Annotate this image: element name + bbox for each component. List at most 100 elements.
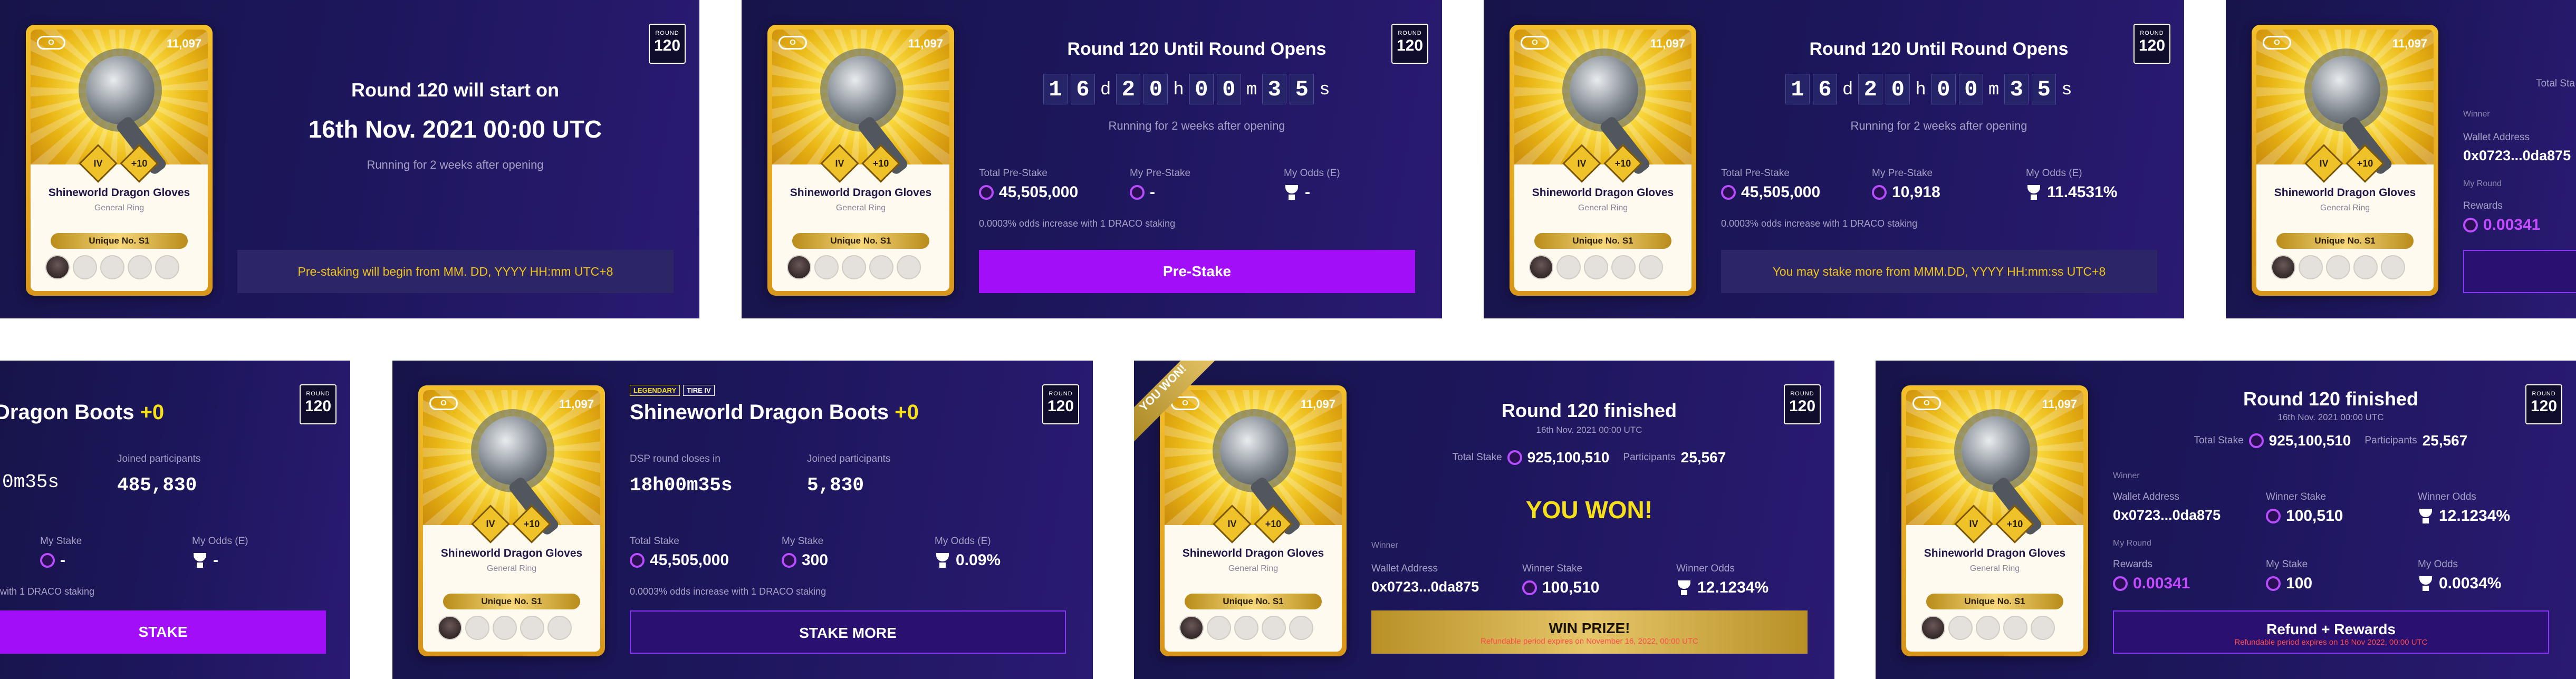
avatar xyxy=(2299,255,2323,279)
running-note: Running for 2 weeks after opening xyxy=(367,158,544,171)
odds-note: 0.0003% odds increase with 1 DRACO staki… xyxy=(1721,218,1918,229)
avatar xyxy=(1639,255,1663,279)
odds-note: with 1 DRACO staking xyxy=(0,586,95,597)
brand-logo: O xyxy=(2263,36,2291,50)
gloves-icon xyxy=(1220,416,1289,485)
item-title: Shineworld Dragon Boots +0 xyxy=(630,401,919,424)
level-badge: +10 xyxy=(2006,519,2023,529)
unique-number: Unique No. S1 xyxy=(1534,233,1671,249)
gloves-icon xyxy=(2312,56,2380,124)
avatar xyxy=(842,255,866,279)
holder-count: 11,097 xyxy=(1300,397,1335,411)
nft-card[interactable]: O 11,097 IV +10 Shineworld Dragon Gloves… xyxy=(2252,25,2438,296)
stake-summary: Total Stake 925,100,510 Participants 25,56… xyxy=(2194,432,2468,449)
my-stake: My Stake - xyxy=(40,536,82,569)
countdown-timer: 16d 20h 00m 35s xyxy=(1785,74,2074,106)
winner-stake: Winner Stake 100,510 xyxy=(1522,563,1600,596)
draco-coin-icon xyxy=(979,185,994,200)
avatar xyxy=(45,255,70,279)
win-prize-button[interactable]: WIN PRIZE! Refundable period expires on N… xyxy=(1371,610,1808,654)
round-finished-title: Round 120 finished xyxy=(1501,400,1677,421)
panel-won: O 11,097 IV +10 Shineworld Dragon Gloves… xyxy=(1134,361,1834,679)
draco-coin-icon xyxy=(1130,185,1145,200)
holder-count: 11,097 xyxy=(2042,397,2077,411)
level-badge: +10 xyxy=(523,519,540,529)
item-type: General Ring xyxy=(835,203,886,212)
unique-number: Unique No. S1 xyxy=(51,233,188,249)
winner-section-label: Winner xyxy=(1371,541,1398,550)
participant-avatars xyxy=(1179,616,1327,641)
holder-count: 11,097 xyxy=(2392,37,2427,50)
pre-stake-button[interactable]: Pre-Stake xyxy=(979,250,1415,293)
avatar xyxy=(897,255,921,279)
stake-button[interactable]: STAKE xyxy=(0,610,326,654)
my-round-label: My Round xyxy=(2113,539,2151,548)
holder-count: 11,097 xyxy=(559,397,594,411)
item-type: General Ring xyxy=(486,564,537,573)
item-title: Dragon Boots +0 xyxy=(0,401,165,424)
nft-card[interactable]: O 11,097 IV +10 Shineworld Dragon Gloves… xyxy=(1901,385,2088,656)
winner-odds: Winner Odds 12.1234% xyxy=(1676,563,1769,596)
avatar xyxy=(520,616,544,640)
avatar xyxy=(465,616,489,640)
level-badge: +10 xyxy=(872,158,889,169)
brand-logo: O xyxy=(37,36,65,50)
panel-staked: O 11,097 IV +10 Shineworld Dragon Gloves… xyxy=(392,361,1093,679)
nft-card[interactable]: O 11,097 IV +10 Shineworld Dragon Gloves… xyxy=(1160,385,1347,656)
participant-avatars xyxy=(45,255,193,280)
total-pre-stake: Total Pre-Stake 45,505,000 xyxy=(1721,168,1821,201)
draco-coin-icon xyxy=(630,553,645,568)
tier-badge: IV xyxy=(2319,158,2329,169)
gloves-icon xyxy=(828,56,896,124)
draco-coin-icon xyxy=(1721,185,1736,200)
my-stake: My Stake 300 xyxy=(782,536,829,569)
winner-wallet: Wallet Address 0x0723...0da875 xyxy=(1371,563,1479,595)
running-note: Running for 2 weeks after opening xyxy=(1108,119,1285,132)
avatar xyxy=(1921,616,1945,640)
running-note: Running for 2 weeks after opening xyxy=(1850,119,2027,132)
nft-card[interactable]: O 11,097 IV +10 Shineworld Dragon Gloves… xyxy=(418,385,605,656)
round-badge: ROUND 120 xyxy=(649,24,686,64)
total-pre-stake: Total Pre-Stake 45,505,000 xyxy=(979,168,1079,201)
avatar xyxy=(1529,255,1553,279)
countdown-timer: 16d 20h 00m 35s xyxy=(1043,74,1332,106)
draco-coin-icon xyxy=(2248,433,2264,448)
avatar xyxy=(1289,616,1313,640)
stake-more-button[interactable]: STAKE MORE xyxy=(630,610,1066,654)
trophy-icon xyxy=(1284,185,1300,200)
avatar xyxy=(73,255,97,279)
panel-stake-cropped: Dragon Boots +0 ROUND 120 0m35s Joined pa… xyxy=(0,361,350,679)
item-type: General Ring xyxy=(1228,564,1279,573)
gloves-icon xyxy=(1570,56,1638,124)
refund-rewards-button[interactable] xyxy=(2463,250,2576,293)
avatar xyxy=(1584,255,1608,279)
avatar xyxy=(787,255,811,279)
nft-card[interactable]: O 11,097 IV +10 Shineworld Dragon Gloves… xyxy=(767,25,954,296)
draco-coin-icon xyxy=(2266,576,2281,591)
avatar xyxy=(1611,255,1636,279)
nft-card[interactable]: O 11,097 IV +10 Shineworld Dragon Gloves… xyxy=(1510,25,1696,296)
tier-badge: IV xyxy=(93,158,103,169)
panel-pre-start: O 11,097 IV +10 Shineworld Dragon Gloves… xyxy=(0,0,699,318)
tier-badge: IV xyxy=(835,158,844,169)
brand-logo: O xyxy=(1912,396,1941,410)
level-badge: +10 xyxy=(131,158,148,169)
participant-avatars xyxy=(2271,255,2419,280)
winner-section-label: Winner xyxy=(2113,471,2140,480)
odds-note: 0.0003% odds increase with 1 DRACO staki… xyxy=(979,218,1176,229)
avatar xyxy=(2031,616,2055,640)
my-round-label: My Round xyxy=(2463,179,2502,188)
winner-section-label: Winner xyxy=(2463,110,2490,119)
avatar xyxy=(869,255,893,279)
avatar xyxy=(2271,255,2295,279)
avatar xyxy=(1234,616,1258,640)
round-badge: ROUND 120 xyxy=(1042,384,1079,424)
nft-card[interactable]: O 11,097 IV +10 Shineworld Dragon Gloves… xyxy=(26,25,213,296)
item-name: Shineworld Dragon Gloves xyxy=(48,187,190,199)
brand-logo: O xyxy=(1521,36,1549,50)
refund-rewards-button[interactable]: Refund + Rewards Refundable period expire… xyxy=(2113,610,2549,654)
stake-more-banner: You may stake more from MMM.DD, YYYY HH:… xyxy=(1721,250,2157,293)
avatar xyxy=(438,616,462,640)
gloves-icon xyxy=(1962,416,2030,485)
winner-stake: Winner Stake 100,510 xyxy=(2266,491,2343,525)
